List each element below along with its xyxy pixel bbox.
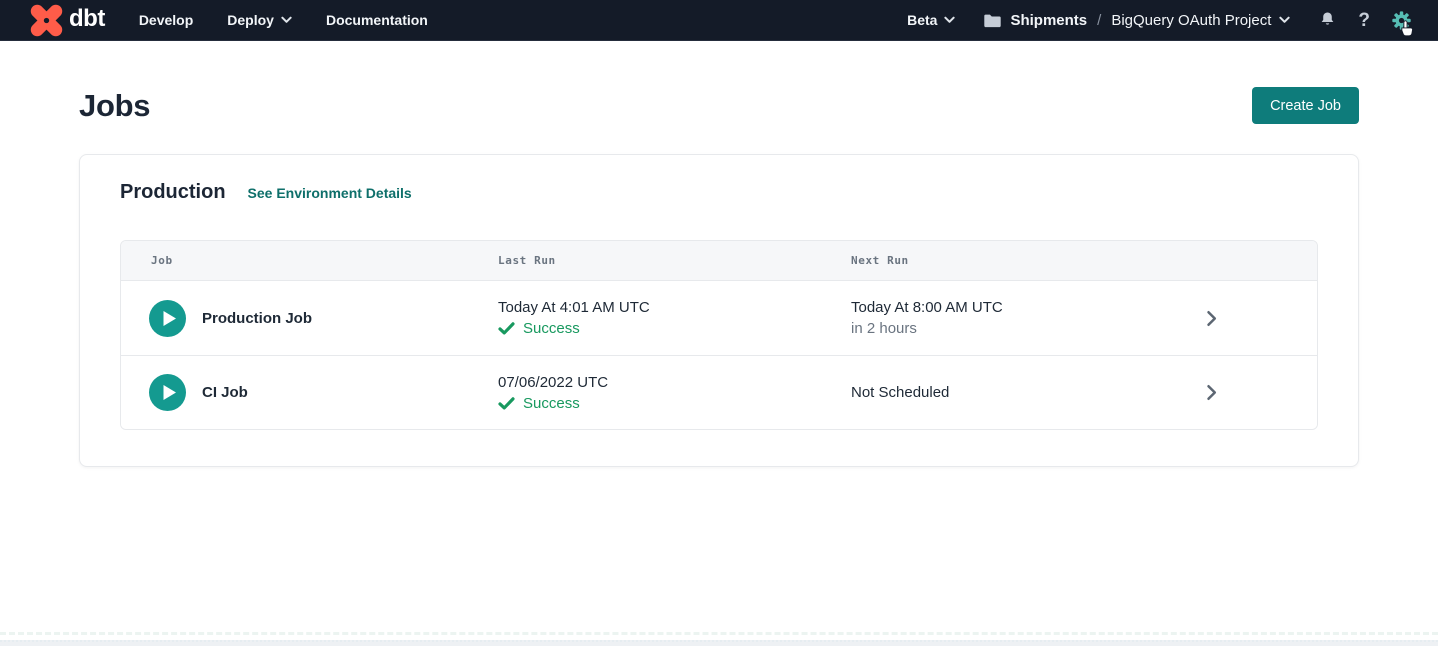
run-job-play-icon[interactable] — [149, 374, 186, 411]
main-nav: Develop Deploy Documentation — [139, 12, 428, 28]
status-badge: Success — [523, 395, 580, 412]
chevron-right-icon[interactable] — [1206, 384, 1217, 401]
nav-develop-label: Develop — [139, 12, 193, 28]
column-header-actions — [1206, 241, 1317, 280]
nav-item-deploy[interactable]: Deploy — [227, 12, 292, 28]
nav-item-develop[interactable]: Develop — [139, 12, 193, 28]
run-job-play-icon[interactable] — [149, 300, 186, 337]
chevron-down-icon — [281, 16, 292, 24]
navbar-icon-group: ? — [1318, 10, 1412, 31]
next-run-time: Not Scheduled — [851, 384, 1206, 401]
chevron-down-icon — [1279, 16, 1290, 24]
page-title: Jobs — [79, 88, 150, 124]
status-badge: Success — [523, 320, 580, 337]
job-name: Production Job — [202, 310, 312, 327]
breadcrumb-separator: / — [1097, 12, 1101, 29]
environment-card: Production See Environment Details Job L… — [79, 154, 1359, 467]
bottom-strip — [0, 640, 1438, 646]
project-name: BigQuery OAuth Project — [1111, 12, 1271, 29]
top-navbar: dbt Develop Deploy Documentation Beta — [0, 0, 1438, 41]
folder-icon — [983, 12, 1002, 29]
dbt-logo[interactable]: dbt — [30, 4, 105, 37]
column-header-next-run: Next Run — [851, 241, 1206, 280]
dbt-logo-text: dbt — [69, 7, 105, 34]
success-check-icon — [498, 322, 515, 335]
column-header-job: Job — [121, 241, 498, 280]
next-run-time: Today At 8:00 AM UTC — [851, 299, 1206, 316]
bottom-dashed-divider — [0, 632, 1438, 635]
jobs-table: Job Last Run Next Run Production Job — [120, 240, 1318, 430]
jobs-page: Jobs Create Job Production See Environme… — [0, 87, 1438, 467]
nav-deploy-label: Deploy — [227, 12, 274, 28]
nav-item-documentation[interactable]: Documentation — [326, 12, 428, 28]
hand-cursor-icon — [1399, 20, 1414, 42]
table-row-production-job[interactable]: Production Job Today At 4:01 AM UTC Succ… — [121, 281, 1317, 355]
account-name: Shipments — [1010, 12, 1087, 29]
environment-name: Production — [120, 181, 226, 204]
last-run-time: 07/06/2022 UTC — [498, 374, 851, 391]
nav-documentation-label: Documentation — [326, 12, 428, 28]
jobs-table-header: Job Last Run Next Run — [121, 241, 1317, 281]
chevron-right-icon[interactable] — [1206, 310, 1217, 327]
chevron-down-icon — [944, 16, 955, 24]
dbt-logo-icon — [30, 4, 63, 37]
last-run-time: Today At 4:01 AM UTC — [498, 299, 851, 316]
beta-dropdown[interactable]: Beta — [907, 12, 955, 28]
settings-gear-icon[interactable] — [1391, 10, 1412, 31]
column-header-last-run: Last Run — [498, 241, 851, 280]
create-job-button[interactable]: Create Job — [1252, 87, 1359, 124]
help-icon[interactable]: ? — [1358, 11, 1370, 30]
next-run-note: in 2 hours — [851, 320, 1206, 337]
success-check-icon — [498, 397, 515, 410]
job-name: CI Job — [202, 384, 248, 401]
project-breadcrumb[interactable]: Shipments / BigQuery OAuth Project — [983, 12, 1290, 29]
table-row-ci-job[interactable]: CI Job 07/06/2022 UTC Success Not Schedu… — [121, 355, 1317, 429]
bell-icon[interactable] — [1318, 10, 1337, 30]
see-environment-details-link[interactable]: See Environment Details — [248, 185, 412, 201]
beta-label: Beta — [907, 12, 937, 28]
